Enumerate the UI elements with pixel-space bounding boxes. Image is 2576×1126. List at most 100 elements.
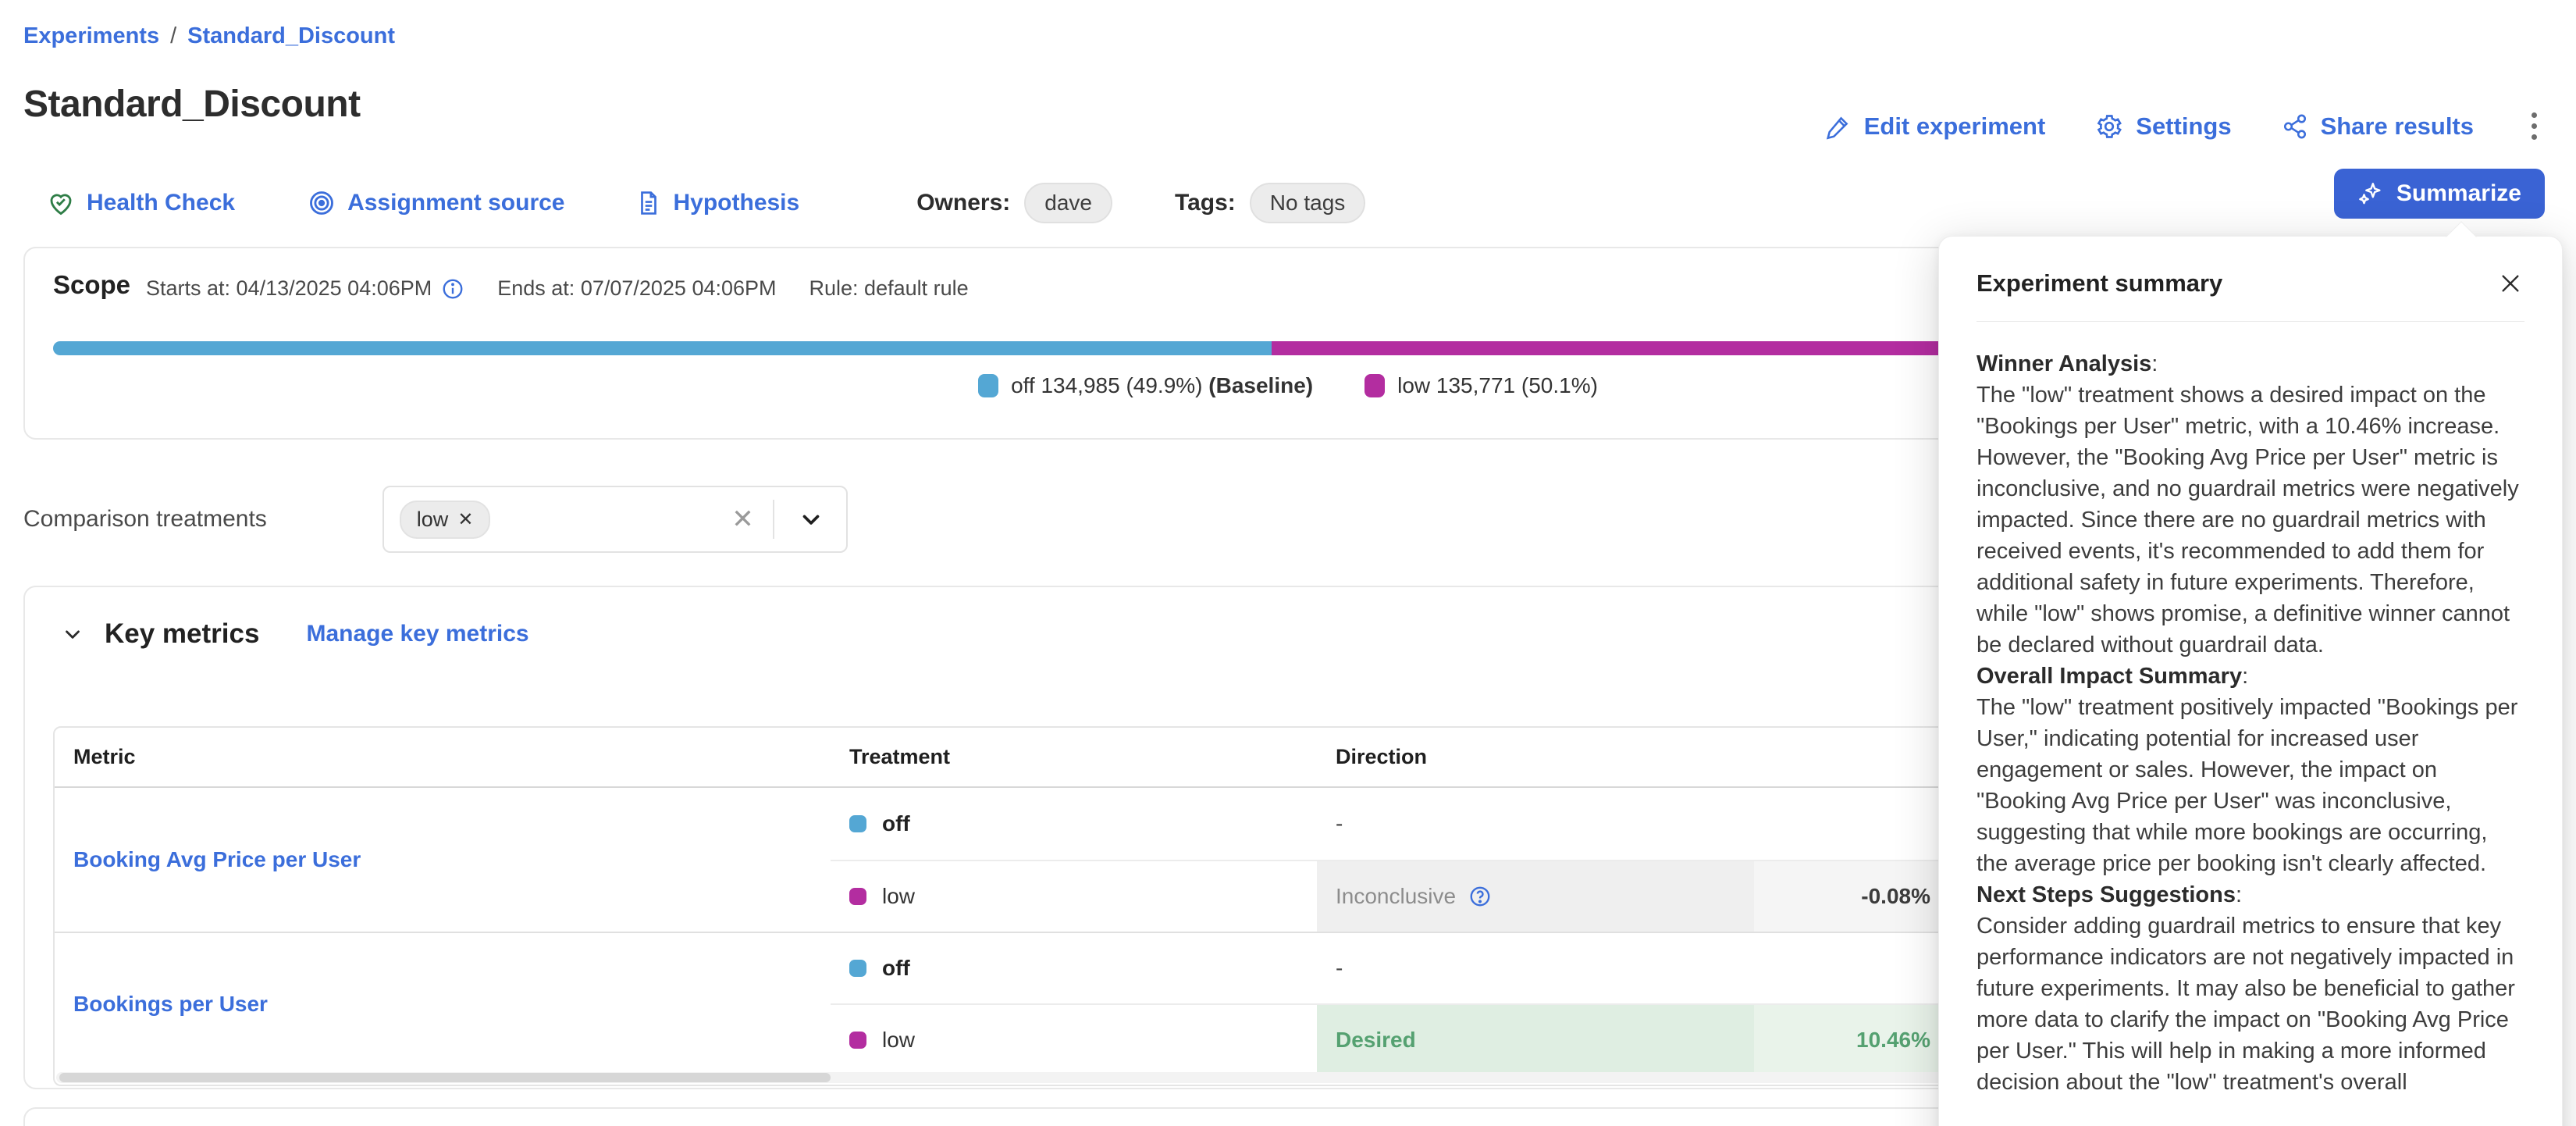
more-options-button[interactable] <box>2524 108 2545 144</box>
treatment-name: off <box>882 811 910 836</box>
sparkles-icon <box>2357 180 2384 207</box>
direction-label: - <box>1336 811 1343 836</box>
health-check-link[interactable]: Health Check <box>47 189 235 217</box>
owner-chip[interactable]: dave <box>1024 183 1112 223</box>
gear-icon <box>2095 112 2123 141</box>
treatment-name: low <box>882 1028 915 1053</box>
summary-section-text: Consider adding guardrail metrics to ens… <box>1976 914 2515 1095</box>
manage-key-metrics-link[interactable]: Manage key metrics <box>306 621 528 647</box>
column-header-value <box>1754 728 1951 788</box>
treatment-cell-off: off <box>831 788 1317 860</box>
key-metrics-title: Key metrics <box>105 618 259 650</box>
direction-label: - <box>1336 956 1343 981</box>
summary-section: Overall Impact Summary:The "low" treatme… <box>1976 661 2524 879</box>
meta-row: Health Check Assignment source Hypothesi… <box>47 183 1365 223</box>
value-cell <box>1754 788 1951 860</box>
edit-experiment-button[interactable]: Edit experiment <box>1825 112 2046 141</box>
close-icon[interactable] <box>2495 268 2526 299</box>
treatment-color-swatch <box>849 1032 866 1049</box>
pencil-icon <box>1825 113 1852 140</box>
treatment-color-swatch <box>849 888 866 905</box>
share-results-button[interactable]: Share results <box>2282 112 2474 141</box>
direction-cell: - <box>1317 788 1754 860</box>
collapse-chevron-icon[interactable] <box>61 622 84 646</box>
value-cell <box>1754 932 1951 1003</box>
treatment-name: low <box>882 884 915 909</box>
health-check-label: Health Check <box>87 190 235 216</box>
edit-experiment-label: Edit experiment <box>1864 112 2046 141</box>
scrollbar-thumb[interactable] <box>59 1073 831 1082</box>
summary-section: Winner Analysis:The "low" treatment show… <box>1976 348 2524 661</box>
header-actions: Edit experiment Settings Share results <box>1825 108 2545 144</box>
legend-item-off: off 134,985 (49.9%) (Baseline) <box>978 373 1313 398</box>
metric-cell: Booking Avg Price per User <box>55 788 831 932</box>
tags-block: Tags: No tags <box>1175 183 1365 223</box>
info-icon[interactable] <box>441 277 464 301</box>
metric-link[interactable]: Bookings per User <box>73 992 268 1017</box>
summary-section-heading: Winner Analysis <box>1976 351 2151 376</box>
assignment-source-label: Assignment source <box>347 190 564 216</box>
legend-item-low: low 135,771 (50.1%) <box>1364 373 1598 398</box>
chevron-down-icon[interactable] <box>798 506 824 533</box>
experiment-page: Experiments / Standard_Discount Standard… <box>0 0 2576 1126</box>
experiment-summary-panel: Experiment summary Winner Analysis:The "… <box>1938 236 2563 1126</box>
treatment-cell-low: low <box>831 1003 1317 1075</box>
metric-link[interactable]: Booking Avg Price per User <box>73 847 361 872</box>
treatment-color-swatch <box>849 815 866 832</box>
health-check-icon <box>47 189 75 217</box>
document-icon <box>635 190 662 216</box>
scope-title: Scope <box>53 270 130 300</box>
column-header-direction: Direction <box>1317 728 1754 788</box>
scope-ends: Ends at: 07/07/2025 04:06PM <box>497 276 776 301</box>
summary-section-text: The "low" treatment shows a desired impa… <box>1976 383 2519 657</box>
select-clear-icon[interactable]: ✕ <box>731 504 754 535</box>
target-icon <box>308 189 336 217</box>
breadcrumb-experiments[interactable]: Experiments <box>23 23 159 49</box>
panel-body: Winner Analysis:The "low" treatment show… <box>1939 322 2562 1098</box>
key-metrics-header: Key metrics Manage key metrics <box>61 618 529 650</box>
breadcrumb-current[interactable]: Standard_Discount <box>187 23 395 49</box>
value-cell: 10.46% <box>1754 1003 1951 1075</box>
summary-section-heading: Next Steps Suggestions <box>1976 882 2236 907</box>
comparison-treatments-select[interactable]: low ✕ ✕ <box>382 486 848 553</box>
panel-title: Experiment summary <box>1976 269 2222 298</box>
treatment-cell-off: off <box>831 932 1317 1003</box>
summary-section: Next Steps Suggestions:Consider adding g… <box>1976 879 2524 1098</box>
chip-remove-icon[interactable]: ✕ <box>457 508 473 531</box>
page-title: Standard_Discount <box>23 83 361 126</box>
treatment-chip-low[interactable]: low ✕ <box>400 501 491 539</box>
direction-label: Desired <box>1336 1028 1416 1053</box>
scope-starts-text: Starts at: 04/13/2025 04:06PM <box>146 276 432 301</box>
legend-label: low 135,771 (50.1%) <box>1397 373 1598 398</box>
allocation-segment-off <box>53 341 1272 355</box>
summary-section-text: The "low" treatment positively impacted … <box>1976 695 2517 876</box>
legend-label: off 134,985 (49.9%) (Baseline) <box>1011 373 1313 398</box>
treatment-name: off <box>882 956 910 981</box>
settings-label: Settings <box>2136 112 2231 141</box>
help-icon[interactable] <box>1468 885 1492 908</box>
legend-swatch-off <box>978 374 998 397</box>
share-results-label: Share results <box>2321 112 2474 141</box>
comparison-treatments-label: Comparison treatments <box>23 506 267 533</box>
treatment-color-swatch <box>849 960 866 977</box>
breadcrumb: Experiments / Standard_Discount <box>23 23 395 49</box>
comparison-treatments-row: Comparison treatments low ✕ ✕ <box>23 486 848 553</box>
assignment-source-link[interactable]: Assignment source <box>308 189 564 217</box>
tags-chip[interactable]: No tags <box>1250 183 1366 223</box>
hypothesis-link[interactable]: Hypothesis <box>635 190 800 216</box>
summarize-button[interactable]: Summarize <box>2334 169 2545 219</box>
share-icon <box>2282 113 2308 140</box>
owners-label: Owners: <box>916 190 1010 216</box>
tags-label: Tags: <box>1175 190 1236 216</box>
column-header-treatment: Treatment <box>831 728 1317 788</box>
settings-button[interactable]: Settings <box>2095 112 2231 141</box>
select-divider <box>773 500 774 539</box>
scope-starts: Starts at: 04/13/2025 04:06PM <box>146 276 464 301</box>
metric-cell: Bookings per User <box>55 932 831 1075</box>
legend-swatch-low <box>1364 374 1385 397</box>
direction-cell: Desired <box>1317 1003 1754 1075</box>
treatment-cell-low: low <box>831 860 1317 932</box>
summarize-label: Summarize <box>2396 180 2521 207</box>
value-cell: -0.08% <box>1754 860 1951 932</box>
panel-header: Experiment summary <box>1939 237 2562 321</box>
